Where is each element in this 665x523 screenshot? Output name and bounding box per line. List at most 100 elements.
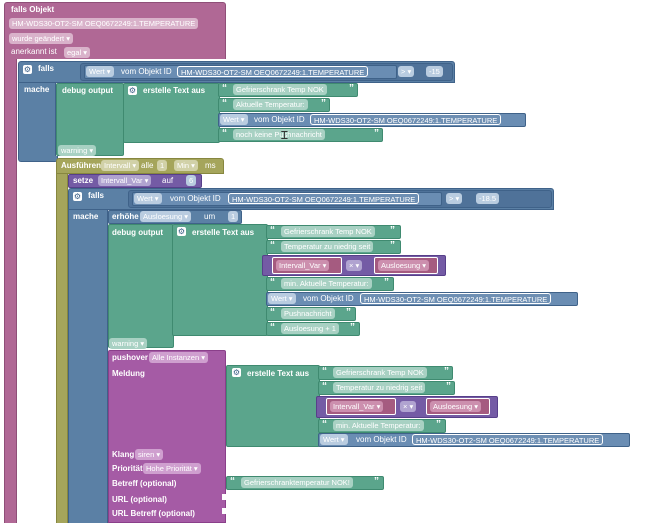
wert-dropdown[interactable]: Wert ▾ bbox=[220, 114, 248, 125]
set-value[interactable]: 6 bbox=[186, 175, 197, 186]
url-input-connector[interactable] bbox=[222, 494, 226, 500]
text-value[interactable]: Gefrierschrank Temp NOK bbox=[333, 367, 427, 378]
if2-object-id[interactable]: HM-WDS30-OT2-SM OEQ0672249:1.TEMPERATURE bbox=[228, 193, 420, 204]
url-label: URL (optional) bbox=[112, 495, 167, 504]
interval-unit-dropdown[interactable]: Min ▾ bbox=[174, 160, 198, 171]
ack-label: anerkannt ist bbox=[11, 47, 57, 56]
text-join-label-1: erstelle Text aus bbox=[143, 86, 206, 95]
gear-icon[interactable]: ⚙ bbox=[73, 192, 82, 201]
object-id[interactable]: HM-WDS30-OT2-SM OEQ0672249:1.TEMPERATURE bbox=[412, 434, 604, 445]
klang-dropdown[interactable]: siren ▾ bbox=[135, 449, 164, 460]
interval-kind-dropdown[interactable]: Intervall ▾ bbox=[101, 160, 140, 171]
mul-op-dropdown[interactable]: × ▾ bbox=[400, 401, 417, 412]
quote-icon: ” bbox=[384, 277, 389, 288]
interval-every-label: alle bbox=[141, 161, 154, 170]
quote-icon: “ bbox=[270, 277, 275, 288]
quote-icon: “ bbox=[270, 225, 275, 236]
mul-a-dropdown[interactable]: Intervall_Var ▾ bbox=[330, 401, 384, 412]
if1-value[interactable]: -15 bbox=[426, 66, 443, 77]
quote-icon: “ bbox=[322, 366, 327, 377]
if2-wert-dropdown[interactable]: Wert ▾ bbox=[134, 193, 162, 204]
quote-icon: “ bbox=[270, 322, 275, 333]
quote-icon: “ bbox=[222, 98, 227, 109]
inc-by-label: um bbox=[204, 212, 216, 221]
if2-mache-label: mache bbox=[73, 212, 99, 221]
pushover-instance-dropdown[interactable]: Alle Instanzen ▾ bbox=[149, 352, 208, 363]
meldung-label: Meldung bbox=[112, 369, 145, 378]
mul-b-dropdown[interactable]: Ausloesung ▾ bbox=[430, 401, 482, 412]
mul-a-dropdown[interactable]: Intervall_Var ▾ bbox=[276, 260, 330, 271]
if2-op-dropdown[interactable]: > ▾ bbox=[446, 193, 463, 204]
if2-vom-label: vom Objekt ID bbox=[170, 194, 221, 203]
trigger-mode-dropdown[interactable]: wurde geändert ▾ bbox=[9, 33, 73, 44]
klang-label: Klang bbox=[112, 450, 135, 459]
gear-icon[interactable]: ⚙ bbox=[128, 86, 137, 95]
text-join-2[interactable] bbox=[172, 224, 268, 336]
text-value[interactable]: Temperatur zu niedrig seit bbox=[333, 382, 426, 393]
if2-body-spine bbox=[68, 210, 108, 523]
quote-icon: “ bbox=[270, 240, 275, 251]
quote-icon: ” bbox=[350, 322, 355, 333]
debug-level-dropdown[interactable]: warning ▾ bbox=[109, 338, 148, 349]
quote-icon: ” bbox=[444, 366, 449, 377]
betreff-label: Betreff (optional) bbox=[112, 479, 177, 488]
inc-var-dropdown[interactable]: Ausloesung ▾ bbox=[140, 211, 192, 222]
prio-dropdown[interactable]: Hohe Priorität ▾ bbox=[143, 463, 201, 474]
text-join-label-3: erstelle Text aus bbox=[247, 369, 310, 378]
text-value[interactable]: min. Aktuelle Temperatur: bbox=[333, 420, 424, 431]
if1-mache-label: mache bbox=[24, 85, 50, 94]
url-betreff-input-connector[interactable] bbox=[222, 508, 226, 514]
if1-object-id[interactable]: HM-WDS30-OT2-SM OEQ0672249:1.TEMPERATURE bbox=[177, 66, 369, 77]
if2-falls-label: falls bbox=[88, 191, 105, 200]
quote-icon: ” bbox=[374, 476, 379, 487]
quote-icon: “ bbox=[222, 128, 227, 139]
set-var-dropdown[interactable]: Intervall_Var ▾ bbox=[98, 175, 152, 186]
object-id[interactable]: HM-WDS30-OT2-SM OEQ0672249:1.TEMPERATURE bbox=[310, 114, 502, 125]
vom-label: vom Objekt ID bbox=[254, 115, 305, 124]
text-value[interactable]: Ausloesung + 1 bbox=[281, 323, 339, 334]
gear-icon[interactable]: ⚙ bbox=[23, 65, 32, 74]
text-value[interactable]: Gefrierschranktemperatur NOK! bbox=[241, 477, 353, 488]
gear-icon[interactable]: ⚙ bbox=[177, 227, 186, 236]
quote-icon: ” bbox=[349, 83, 354, 94]
inc-label: erhöhe bbox=[112, 212, 139, 221]
text-value[interactable]: Aktuelle Temperatur: bbox=[233, 99, 308, 110]
text-cursor-icon: Ꮖ bbox=[281, 130, 289, 142]
mul-op-dropdown[interactable]: × ▾ bbox=[346, 260, 363, 271]
quote-icon: ” bbox=[446, 381, 451, 392]
text-value[interactable]: Temperatur zu niedrig seit bbox=[281, 241, 374, 252]
interval-ms-label: ms bbox=[205, 161, 216, 170]
if1-bottom bbox=[18, 156, 58, 162]
text-value[interactable]: Gefrierschrank Temp NOK bbox=[233, 84, 327, 95]
debug-block-2[interactable] bbox=[108, 224, 174, 348]
quote-icon: “ bbox=[270, 307, 275, 318]
vom-label: vom Objekt ID bbox=[356, 435, 407, 444]
quote-icon: ” bbox=[390, 240, 395, 251]
interval-spine bbox=[56, 174, 68, 523]
text-value[interactable]: noch keine Pushnachricht bbox=[233, 129, 325, 140]
interval-num[interactable]: 1 bbox=[157, 160, 168, 171]
set-to-label: auf bbox=[162, 176, 174, 185]
text-value[interactable]: Gefrierschrank Temp NOK bbox=[281, 226, 375, 237]
if2-value[interactable]: -18.5 bbox=[476, 193, 500, 204]
quote-icon: “ bbox=[222, 83, 227, 94]
trigger-object-id[interactable]: HM-WDS30-OT2-SM OEQ0672249:1.TEMPERATURE bbox=[9, 18, 199, 29]
debug-level-dropdown[interactable]: warning ▾ bbox=[58, 145, 97, 156]
quote-icon: “ bbox=[322, 419, 327, 430]
if1-vom-label: vom Objekt ID bbox=[121, 67, 172, 76]
text-value[interactable]: Pushnachricht bbox=[281, 308, 335, 319]
wert-dropdown[interactable]: Wert ▾ bbox=[268, 293, 296, 304]
quote-icon: ” bbox=[321, 98, 326, 109]
debug-label-2: debug output bbox=[112, 228, 164, 237]
blockly-workspace[interactable]: falls Objekt HM-WDS30-OT2-SM OEQ0672249:… bbox=[0, 0, 665, 523]
wert-dropdown[interactable]: Wert ▾ bbox=[320, 434, 348, 445]
gear-icon[interactable]: ⚙ bbox=[232, 368, 241, 377]
set-label: setze bbox=[73, 176, 94, 185]
object-id[interactable]: HM-WDS30-OT2-SM OEQ0672249:1.TEMPERATURE bbox=[360, 293, 552, 304]
inc-value[interactable]: 1 bbox=[228, 211, 239, 222]
if1-op-dropdown[interactable]: > ▾ bbox=[398, 66, 415, 77]
ack-dropdown[interactable]: egal ▾ bbox=[64, 47, 91, 58]
mul-b-dropdown[interactable]: Ausloesung ▾ bbox=[378, 260, 430, 271]
text-value[interactable]: min. Aktuelle Temperatur: bbox=[281, 278, 372, 289]
if1-wert-dropdown[interactable]: Wert ▾ bbox=[86, 66, 114, 77]
